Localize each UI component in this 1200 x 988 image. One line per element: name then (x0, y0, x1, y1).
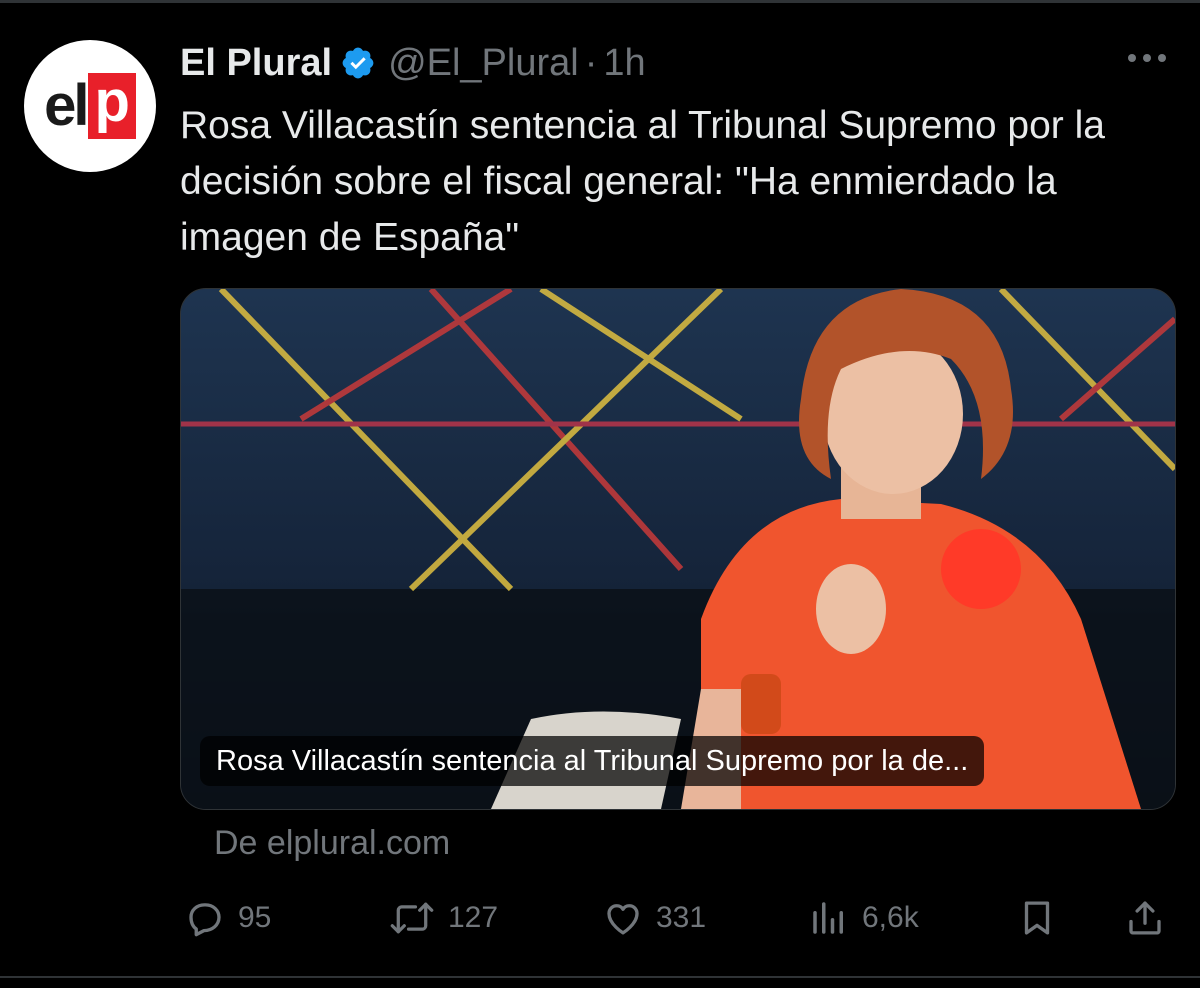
like-icon (607, 904, 639, 935)
like-count: 331 (656, 901, 707, 934)
tweet-header: El Plural @El_Plural · 1h (180, 40, 646, 86)
repost-icon (390, 902, 434, 934)
link-card-image[interactable] (180, 288, 1176, 810)
link-source[interactable]: De elplural.com (214, 824, 450, 863)
views-icon (813, 902, 843, 934)
separator-dot: · (584, 41, 598, 84)
more-icon[interactable] (1128, 48, 1170, 68)
reply-button[interactable]: 95 (184, 890, 271, 946)
link-card-caption[interactable]: Rosa Villacastín sentencia al Tribunal S… (200, 736, 985, 786)
verified-badge-icon (342, 47, 374, 79)
account-handle[interactable]: @El_Plural (388, 42, 579, 85)
share-icon (1129, 901, 1161, 935)
repost-button[interactable]: 127 (388, 890, 498, 946)
top-divider (0, 0, 1200, 3)
bottom-divider (0, 976, 1200, 978)
el-plural-logo: el p (44, 73, 136, 139)
views-button[interactable]: 6,6k (808, 890, 919, 946)
reply-count: 95 (238, 901, 272, 934)
timestamp[interactable]: 1h (603, 42, 645, 85)
bookmark-button[interactable] (1016, 890, 1058, 946)
repost-count: 127 (448, 901, 499, 934)
tweet-actions: 95 127 331 6,6k (0, 890, 1200, 946)
avatar[interactable]: el p (24, 40, 156, 172)
reply-icon (189, 903, 221, 937)
photo-illustration (181, 289, 1175, 809)
tweet-text: Rosa Villacastín sentencia al Tribunal S… (180, 104, 1105, 259)
views-count: 6,6k (862, 901, 919, 934)
like-button[interactable]: 331 (602, 890, 706, 946)
bookmark-icon (1024, 901, 1050, 935)
share-button[interactable] (1124, 890, 1166, 946)
account-name[interactable]: El Plural (180, 42, 332, 85)
